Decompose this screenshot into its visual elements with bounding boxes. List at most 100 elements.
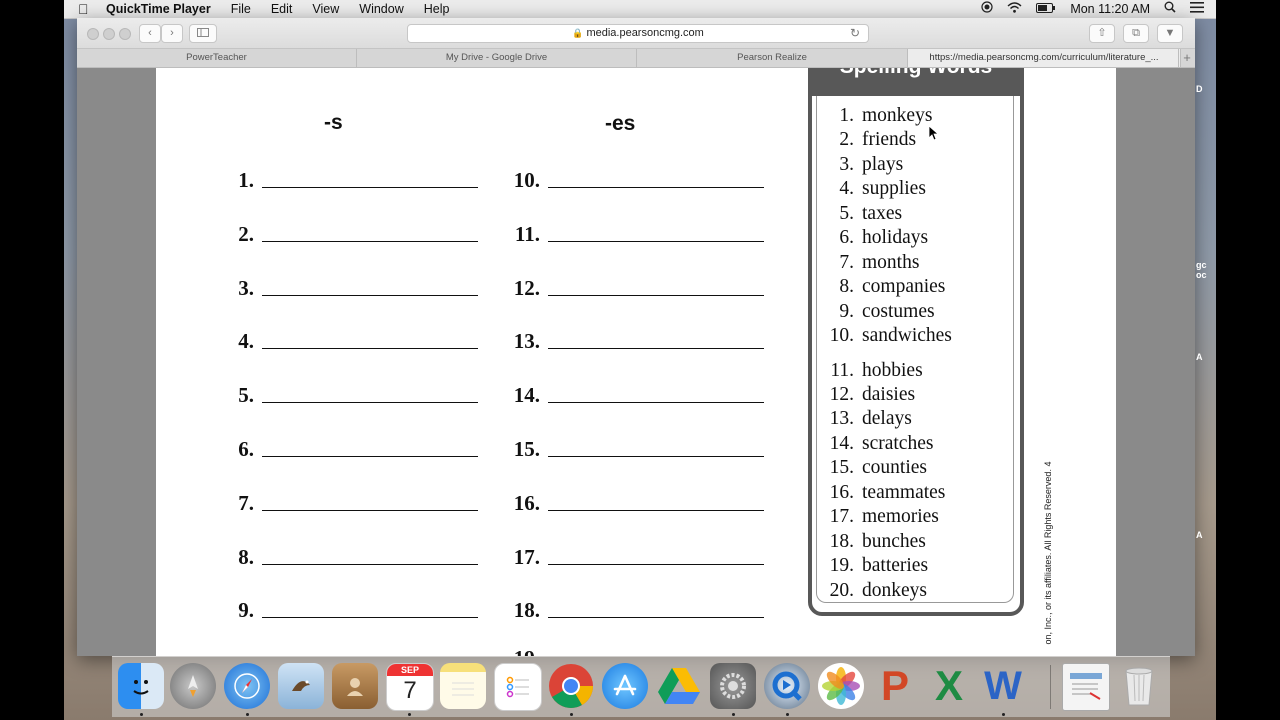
menu-view[interactable]: View (312, 0, 339, 18)
answer-number: 10. (513, 168, 540, 192)
menu-window[interactable]: Window (359, 0, 403, 18)
answer-row: 4. (226, 322, 478, 352)
share-icon[interactable]: ⇧ (1089, 24, 1115, 43)
photos-icon[interactable] (818, 663, 864, 709)
tabs-overview-icon[interactable]: ⧉ (1123, 24, 1149, 43)
answer-blank (262, 402, 478, 404)
address-bar[interactable]: 🔒 media.pearsoncmg.com ↻ (407, 24, 869, 43)
spelling-words-box: Spelling Words 1. monkeys 2. friends 3. plays… (808, 68, 1024, 616)
answer-number: 7. (238, 490, 254, 515)
minimize-window-button[interactable] (103, 28, 115, 40)
browser-toolbar: ‹ › 🔒 media.pearsoncmg.com ↻ ⇧ ⧉ ▼ (77, 18, 1195, 49)
answer-blank (548, 348, 764, 350)
spelling-word-text: counties (862, 457, 927, 479)
finder-icon[interactable] (118, 663, 164, 709)
notes-icon[interactable] (440, 663, 486, 709)
calendar-month: SEP (387, 664, 433, 676)
menu-app-name[interactable]: QuickTime Player (106, 0, 211, 18)
spelling-word-number: 6. (839, 227, 854, 249)
powerpoint-icon[interactable]: P (872, 662, 918, 709)
zoom-window-button[interactable] (119, 28, 131, 40)
tab-powerteacher[interactable]: PowerTeacher (77, 49, 357, 67)
sidebar-icon[interactable] (189, 24, 217, 43)
answer-row: 19. (502, 639, 540, 656)
safari-icon[interactable] (224, 663, 270, 709)
spelling-word-text: taxes (862, 202, 903, 224)
answer-row: 7. (226, 484, 478, 514)
answer-blank (262, 187, 478, 188)
menu-help[interactable]: Help (424, 0, 450, 18)
chrome-icon[interactable] (548, 663, 594, 709)
answer-blank (548, 402, 764, 404)
answer-row: 13. (502, 322, 764, 352)
answer-blank (548, 294, 764, 296)
spelling-word-text: scratches (862, 432, 934, 454)
contacts-icon[interactable] (332, 663, 378, 709)
apple-icon[interactable]:  (78, 0, 92, 18)
close-window-button[interactable] (87, 28, 99, 40)
answer-number: 12. (513, 275, 540, 300)
excel-icon[interactable]: X (926, 662, 972, 709)
tab-pearson-realize[interactable]: Pearson Realize (637, 49, 908, 67)
reload-icon[interactable]: ↻ (850, 25, 860, 42)
battery-icon[interactable] (1036, 0, 1056, 18)
notification-center-icon[interactable] (1190, 0, 1204, 18)
menu-edit[interactable]: Edit (271, 0, 293, 18)
clock[interactable]: Mon 11:20 AM (1070, 0, 1150, 18)
spelling-word-text: batteries (862, 555, 929, 577)
preview-document-icon[interactable] (1062, 663, 1110, 711)
spelling-word: 7. months (812, 252, 1012, 274)
word-icon[interactable]: W (980, 663, 1026, 709)
page-viewport[interactable]: -s -es 1. 2. 3. 4. 5. 6. 7. 8. 9. 10. 11. 12. 13. 14… (77, 68, 1195, 656)
forward-button[interactable]: › (161, 24, 183, 43)
calendar-icon[interactable]: SEP 7 (386, 663, 434, 711)
reminders-icon[interactable] (494, 663, 542, 711)
spelling-word: 16. teammates (812, 482, 1012, 504)
launchpad-icon[interactable] (170, 663, 216, 709)
downloads-icon[interactable]: ▼ (1157, 24, 1183, 43)
new-tab-button[interactable]: + (1178, 49, 1195, 67)
answer-row: 8. (226, 538, 478, 568)
app-store-icon[interactable] (602, 663, 648, 709)
answer-blank (262, 509, 478, 511)
answer-number: 3. (238, 275, 254, 300)
back-button[interactable]: ‹ (139, 24, 161, 43)
answer-number: 5. (238, 383, 254, 408)
address-text: media.pearsoncmg.com (586, 27, 704, 39)
worksheet-page: -s -es 1. 2. 3. 4. 5. 6. 7. 8. 9. 10. 11. 12. 13. 14… (156, 68, 1116, 656)
quicktime-icon[interactable] (764, 663, 810, 709)
answer-number: 8. (238, 544, 254, 569)
screen-record-icon[interactable] (981, 0, 993, 18)
wifi-icon[interactable] (1007, 0, 1022, 18)
tab-pearson-media[interactable]: https://media.pearsoncmg.com/curriculum/… (908, 49, 1181, 67)
answer-row: 18. (502, 591, 764, 621)
answer-row: 16. (502, 484, 764, 514)
answer-number: 9. (238, 598, 254, 623)
desktop-label-fragment: D (1196, 84, 1203, 94)
spotlight-icon[interactable] (1164, 0, 1176, 18)
answer-number: 13. (513, 329, 540, 354)
answer-number: 4. (238, 329, 254, 354)
spelling-word-number: 14. (829, 432, 854, 454)
spelling-word-number: 3. (839, 153, 854, 175)
spelling-word: 14. scratches (812, 433, 1012, 455)
spelling-word-number: 19. (829, 555, 854, 577)
spelling-word-text: bunches (862, 530, 926, 552)
spelling-words-title: Spelling Words (808, 68, 1024, 79)
spelling-word-number: 15. (829, 457, 854, 479)
spelling-word: 6. holidays (812, 227, 1012, 249)
spelling-word-number: 11. (830, 359, 854, 381)
mail-icon[interactable] (278, 663, 324, 709)
menu-file[interactable]: File (231, 0, 251, 18)
copyright-text: on, Inc., or its affiliates. All Rights … (1043, 461, 1053, 645)
answer-blank (548, 240, 764, 242)
spelling-word-text: costumes (862, 300, 935, 322)
system-preferences-icon[interactable] (710, 663, 756, 709)
tab-google-drive[interactable]: My Drive - Google Drive (357, 49, 637, 67)
spelling-word: 17. memories (812, 506, 1012, 528)
spelling-word: 9. costumes (812, 301, 1012, 323)
spelling-word: 2. friends (812, 129, 1012, 151)
answer-number: 19. (502, 647, 540, 656)
trash-icon[interactable] (1116, 663, 1162, 709)
google-drive-icon[interactable] (656, 663, 702, 709)
